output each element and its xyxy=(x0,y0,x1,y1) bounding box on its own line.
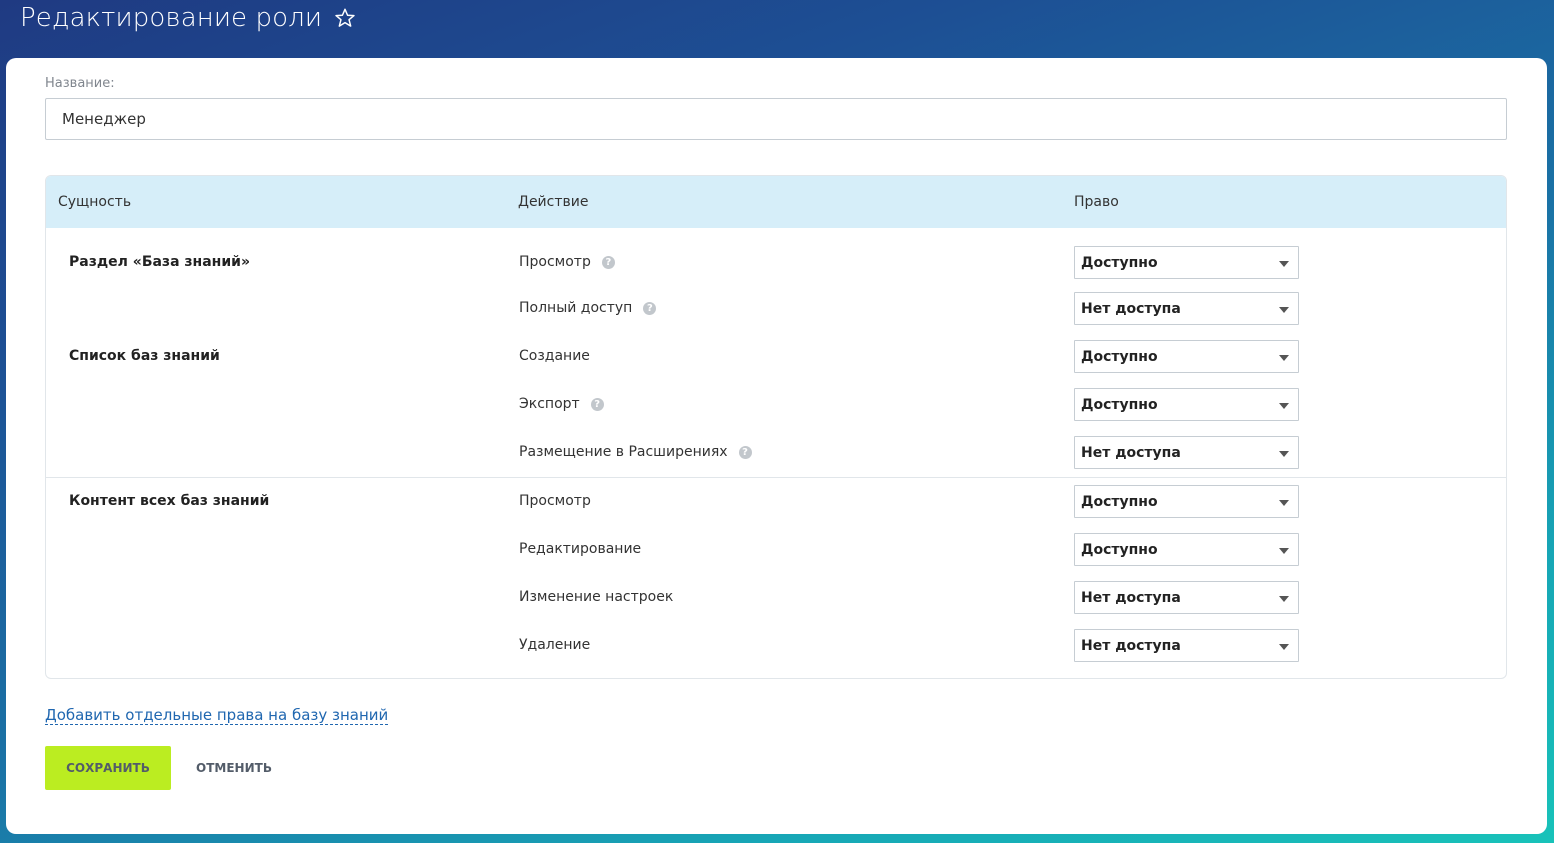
action-label: Размещение в Расширениях? xyxy=(519,444,752,460)
page-title: Редактирование роли xyxy=(20,3,323,33)
action-label: Просмотр? xyxy=(519,254,615,270)
column-header-right: Право xyxy=(1074,194,1119,210)
right-select[interactable]: Нет доступа xyxy=(1074,581,1299,614)
entity-label: Раздел «База знаний» xyxy=(69,254,250,270)
entity-label: Контент всех баз знаний xyxy=(69,493,270,509)
chevron-down-icon xyxy=(1279,500,1289,506)
right-select[interactable]: Нет доступа xyxy=(1074,629,1299,662)
action-label: Редактирование xyxy=(519,541,642,557)
help-icon[interactable]: ? xyxy=(601,255,615,269)
chevron-down-icon xyxy=(1279,403,1289,409)
table-row: Удаление Нет доступа xyxy=(46,629,1506,677)
chevron-down-icon xyxy=(1279,548,1289,554)
table-row: Редактирование Доступно xyxy=(46,533,1506,581)
right-select[interactable]: Доступно xyxy=(1074,246,1299,279)
help-icon[interactable]: ? xyxy=(643,301,657,315)
table-row: Раздел «База знаний» Просмотр? Доступно xyxy=(46,246,1506,294)
chevron-down-icon xyxy=(1279,596,1289,602)
chevron-down-icon xyxy=(1279,355,1289,361)
star-outline-icon[interactable] xyxy=(334,7,356,29)
table-row: Изменение настроек Нет доступа xyxy=(46,581,1506,629)
table-row: Экспорт? Доступно xyxy=(46,388,1506,436)
entity-label: Список баз знаний xyxy=(69,348,220,364)
right-select[interactable]: Нет доступа xyxy=(1074,436,1299,469)
right-select[interactable]: Доступно xyxy=(1074,340,1299,373)
action-label: Удаление xyxy=(519,637,591,653)
chevron-down-icon xyxy=(1279,644,1289,650)
permissions-table: Сущность Действие Право Раздел «База зна… xyxy=(45,175,1507,679)
group-divider xyxy=(46,477,1506,478)
cancel-button[interactable]: ОТМЕНИТЬ xyxy=(184,746,284,790)
action-label: Просмотр xyxy=(519,493,591,509)
table-row: Список баз знаний Создание Доступно xyxy=(46,340,1506,388)
action-label: Полный доступ? xyxy=(519,300,657,316)
action-label: Создание xyxy=(519,348,590,364)
column-header-action: Действие xyxy=(518,194,589,210)
action-label: Экспорт? xyxy=(519,396,604,412)
help-icon[interactable]: ? xyxy=(590,397,604,411)
help-icon[interactable]: ? xyxy=(738,445,752,459)
right-select[interactable]: Доступно xyxy=(1074,533,1299,566)
chevron-down-icon xyxy=(1279,451,1289,457)
role-edit-card: Название: Сущность Действие Право Раздел… xyxy=(6,58,1547,834)
page-header: Редактирование роли xyxy=(20,0,356,40)
add-kb-rights-link[interactable]: Добавить отдельные права на базу знаний xyxy=(45,706,389,725)
table-row: Полный доступ? Нет доступа xyxy=(46,292,1506,340)
right-select[interactable]: Нет доступа xyxy=(1074,292,1299,325)
role-name-input[interactable] xyxy=(45,98,1507,140)
chevron-down-icon xyxy=(1279,261,1289,267)
table-header: Сущность Действие Право xyxy=(46,176,1506,228)
column-header-entity: Сущность xyxy=(58,194,132,210)
chevron-down-icon xyxy=(1279,307,1289,313)
right-select[interactable]: Доступно xyxy=(1074,388,1299,421)
action-label: Изменение настроек xyxy=(519,589,674,605)
right-select[interactable]: Доступно xyxy=(1074,485,1299,518)
name-field-label: Название: xyxy=(45,76,115,91)
save-button[interactable]: СОХРАНИТЬ xyxy=(45,746,171,790)
table-row: Контент всех баз знаний Просмотр Доступн… xyxy=(46,485,1506,533)
